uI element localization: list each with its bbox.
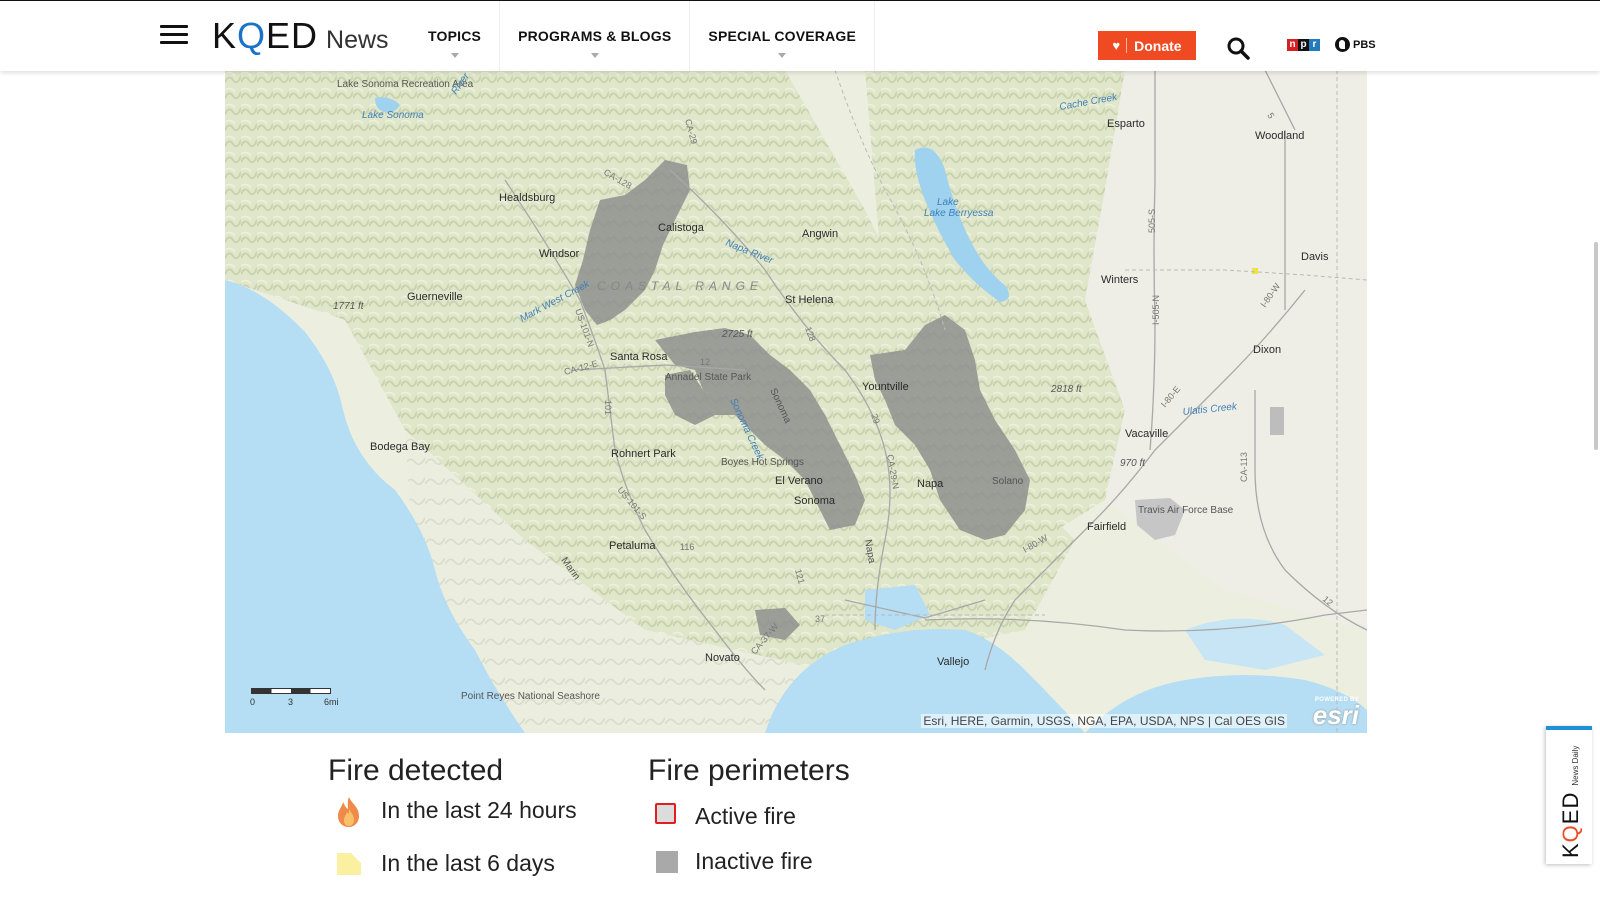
label-lake: Lake	[937, 197, 959, 208]
nav-programs-blogs[interactable]: PROGRAMS & BLOGS	[500, 1, 691, 71]
label-sonoma: Sonoma	[794, 495, 836, 507]
label-elev-1771: 1771 ft	[333, 301, 365, 312]
label-dixon: Dixon	[1253, 344, 1281, 356]
scale-label: 3	[288, 697, 294, 707]
esri-logo[interactable]: POWERED BY esri	[1313, 697, 1359, 729]
fire-perimeter-small	[1270, 407, 1284, 435]
label-point-reyes: Point Reyes National Seashore	[461, 691, 600, 702]
road-label: 116	[680, 542, 694, 552]
chevron-down-icon	[590, 53, 599, 58]
map-canvas[interactable]: Lake Sonoma Recreation Area Lake Sonoma …	[225, 70, 1367, 733]
label-vallejo: Vallejo	[937, 656, 969, 668]
legend-fire-perimeters-title: Fire perimeters	[648, 754, 850, 787]
flame-icon	[338, 797, 359, 827]
kqed-news-daily-widget[interactable]: KQED News Daily	[1546, 726, 1592, 864]
wildfire-map[interactable]: Lake Sonoma Recreation Area Lake Sonoma …	[225, 70, 1367, 733]
label-healdsburg: Healdsburg	[499, 192, 555, 204]
scale-label: 6mi	[324, 697, 339, 707]
label-lake-berryessa: Lake Berryessa	[924, 208, 994, 219]
chevron-down-icon	[450, 53, 459, 58]
main-nav: TOPICS PROGRAMS & BLOGS SPECIAL COVERAGE	[410, 1, 876, 71]
pbs-logo[interactable]: PBS	[1335, 37, 1376, 52]
label-boyes-hot-springs: Boyes Hot Springs	[721, 457, 804, 468]
scrollbar-thumb[interactable]	[1594, 242, 1598, 450]
road-label: 12	[700, 357, 710, 367]
label-solano: Solano	[992, 476, 1024, 487]
label-elev-2818: 2818 ft	[1050, 384, 1083, 395]
label-elev-2725: 2725 ft	[721, 329, 754, 340]
label-napa: Napa	[917, 478, 944, 490]
label-davis: Davis	[1301, 251, 1329, 263]
label-annadel: Annadel State Park	[665, 372, 752, 383]
label-yountville: Yountville	[862, 381, 909, 393]
donate-button[interactable]: ♥ Donate	[1098, 31, 1196, 60]
active-fire-swatch	[655, 803, 676, 824]
label-calistoga: Calistoga	[658, 222, 705, 234]
fire-detection-6-days	[1252, 268, 1258, 274]
label-lake-sonoma: Lake Sonoma	[362, 110, 424, 121]
pbs-head-icon	[1335, 37, 1350, 52]
yellow-detection-icon	[337, 853, 361, 875]
chevron-down-icon	[778, 53, 787, 58]
heart-icon: ♥	[1112, 38, 1121, 53]
map-scale-bar: 0 3 6mi	[250, 688, 339, 707]
label-elev-970: 970 ft	[1120, 458, 1146, 469]
label-st-helena: St Helena	[785, 294, 834, 306]
legend-active-fire: Active fire	[695, 803, 796, 829]
site-header: KQED News TOPICS PROGRAMS & BLOGS SPECIA…	[0, 0, 1600, 71]
nav-topics[interactable]: TOPICS	[410, 1, 501, 71]
label-fairfield: Fairfield	[1087, 521, 1126, 533]
road-label: 505-S	[1147, 209, 1157, 233]
label-rohnert-park: Rohnert Park	[611, 448, 676, 460]
label-winters: Winters	[1101, 274, 1139, 286]
label-guerneville: Guerneville	[407, 291, 463, 303]
road-label: I-505-N	[1151, 295, 1161, 325]
label-travis-afb: Travis Air Force Base	[1138, 505, 1234, 516]
label-el-verano: El Verano	[775, 475, 823, 487]
menu-icon[interactable]	[160, 25, 188, 45]
scale-label: 0	[250, 697, 256, 707]
label-vacaville: Vacaville	[1125, 428, 1168, 440]
label-esparto: Esparto	[1107, 118, 1145, 130]
inactive-fire-swatch	[656, 851, 678, 873]
legend-inactive-fire: Inactive fire	[695, 848, 813, 874]
map-attribution[interactable]: Esri, HERE, Garmin, USGS, NGA, EPA, USDA…	[921, 714, 1287, 728]
road-label: 101	[603, 400, 613, 415]
legend-fire-detected-title: Fire detected	[328, 754, 504, 787]
label-bodega-bay: Bodega Bay	[370, 441, 430, 453]
label-woodland: Woodland	[1255, 130, 1304, 142]
widget-kqed-logo: KQED	[1558, 791, 1583, 858]
label-coastal-range: COASTAL RANGE	[597, 279, 763, 293]
search-icon[interactable]	[1226, 36, 1250, 60]
road-label: CA-113	[1239, 452, 1249, 482]
label-angwin: Angwin	[802, 228, 838, 240]
logo-news: News	[326, 26, 389, 54]
nav-special-coverage[interactable]: SPECIAL COVERAGE	[690, 1, 876, 71]
road-label: 37	[815, 614, 825, 624]
npr-logo[interactable]: n p r	[1287, 39, 1320, 51]
label-santa-rosa: Santa Rosa	[610, 351, 668, 363]
logo-kqed: KQED	[212, 15, 319, 56]
label-novato: Novato	[705, 652, 740, 664]
widget-subtitle: News Daily	[1571, 745, 1580, 786]
label-petaluma: Petaluma	[609, 540, 656, 552]
legend-last-24-hours: In the last 24 hours	[381, 797, 577, 823]
kqed-news-logo[interactable]: KQED News	[212, 15, 389, 56]
label-windsor: Windsor	[539, 248, 580, 260]
legend-last-6-days: In the last 6 days	[381, 850, 555, 876]
